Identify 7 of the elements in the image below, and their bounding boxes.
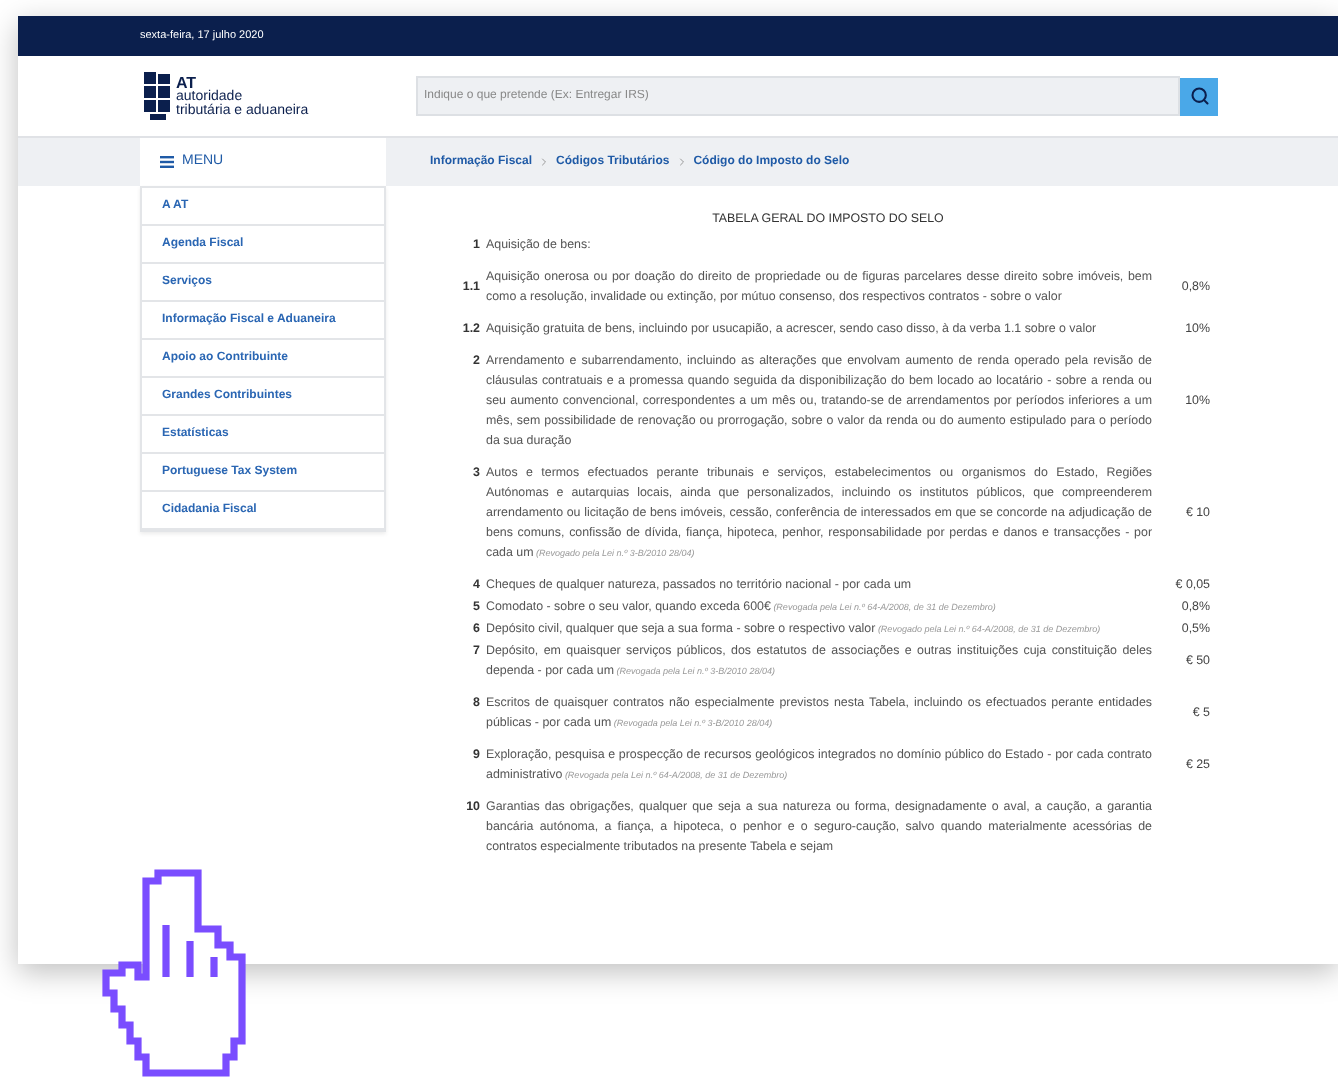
chevron-icon	[675, 156, 688, 168]
search-icon	[1189, 86, 1209, 106]
chevron-icon	[538, 156, 551, 168]
search-button[interactable]	[1180, 77, 1218, 115]
logo-icon	[144, 72, 172, 120]
logo-short: AT	[176, 75, 197, 89]
menu-icon	[160, 156, 174, 168]
